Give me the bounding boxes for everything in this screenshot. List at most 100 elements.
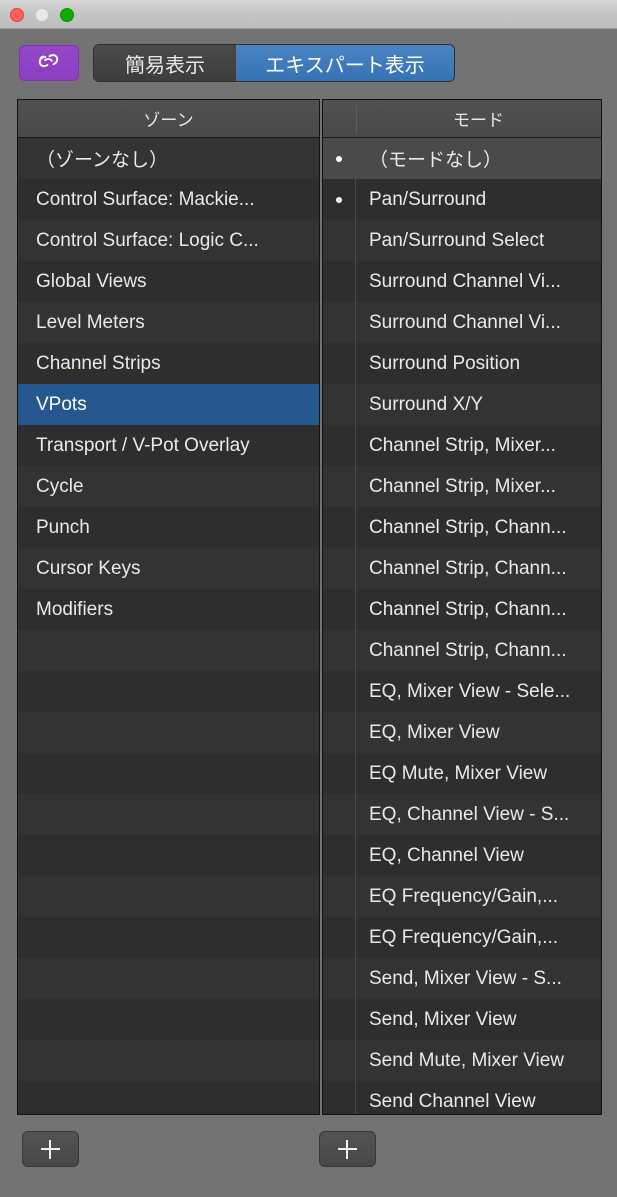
maximize-window-button[interactable] — [60, 8, 74, 22]
mode-assigned-indicator-cell[interactable] — [323, 1040, 356, 1081]
zone-list-empty-row[interactable] — [18, 835, 319, 876]
mode-assigned-indicator-cell[interactable] — [323, 138, 356, 179]
zone-list-item[interactable]: Global Views — [18, 261, 319, 302]
mode-assigned-indicator-cell[interactable] — [323, 835, 356, 876]
zone-list-item[interactable]: Control Surface: Mackie... — [18, 179, 319, 220]
mode-list-item[interactable]: Send, Mixer View — [323, 999, 601, 1040]
zone-list-item[interactable]: Transport / V-Pot Overlay — [18, 425, 319, 466]
mode-list-item[interactable]: EQ, Channel View — [323, 835, 601, 876]
zone-list-item-label: Transport / V-Pot Overlay — [36, 434, 250, 456]
mode-assigned-indicator-cell[interactable] — [323, 179, 356, 220]
mode-assigned-indicator-cell[interactable] — [323, 958, 356, 999]
mode-list-item[interactable]: EQ Frequency/Gain,... — [323, 876, 601, 917]
zone-list-empty-row[interactable] — [18, 753, 319, 794]
add-mode-button[interactable] — [319, 1131, 376, 1167]
mode-assigned-indicator-cell[interactable] — [323, 999, 356, 1040]
mode-assigned-indicator-cell[interactable] — [323, 794, 356, 835]
zone-list-empty-row[interactable] — [18, 917, 319, 958]
mode-list-item[interactable]: EQ, Mixer View — [323, 712, 601, 753]
mode-list-item[interactable]: Pan/Surround — [323, 179, 601, 220]
zone-list-item[interactable]: Cycle — [18, 466, 319, 507]
mode-list-item[interactable]: Channel Strip, Mixer... — [323, 425, 601, 466]
mode-assigned-indicator-cell[interactable] — [323, 425, 356, 466]
mode-assigned-indicator-cell[interactable] — [323, 302, 356, 343]
bullet-dot-icon — [336, 155, 342, 162]
add-zone-button[interactable] — [22, 1131, 79, 1167]
minimize-window-button[interactable] — [35, 8, 49, 22]
mode-assigned-indicator-cell[interactable] — [323, 671, 356, 712]
mode-assigned-indicator-cell[interactable] — [323, 917, 356, 958]
mode-list-item[interactable]: EQ, Channel View - S... — [323, 794, 601, 835]
zone-list-item-label: （ゾーンなし） — [36, 150, 169, 171]
zone-list-empty-row[interactable] — [18, 1081, 319, 1114]
mode-list-item-label: EQ, Channel View — [369, 844, 524, 866]
mode-assigned-indicator-cell[interactable] — [323, 1081, 356, 1114]
mode-assigned-indicator-cell[interactable] — [323, 548, 356, 589]
segment-simple-view[interactable]: 簡易表示 — [94, 45, 236, 81]
zone-list-empty-row[interactable] — [18, 671, 319, 712]
mode-assigned-indicator-cell[interactable] — [323, 466, 356, 507]
mode-list[interactable]: （モードなし） Pan/Surround Pan/Surround Select Su… — [323, 138, 601, 1114]
mode-list-item[interactable]: EQ Mute, Mixer View — [323, 753, 601, 794]
mode-assigned-indicator-cell[interactable] — [323, 712, 356, 753]
zone-list-empty-row[interactable] — [18, 876, 319, 917]
zone-list-item-label: Control Surface: Mackie... — [36, 188, 255, 210]
mode-assigned-indicator-cell[interactable] — [323, 261, 356, 302]
mode-assigned-indicator-cell[interactable] — [323, 589, 356, 630]
mode-list-item[interactable]: Channel Strip, Chann... — [323, 507, 601, 548]
mode-list-item[interactable]: Surround X/Y — [323, 384, 601, 425]
mode-list-item[interactable]: Send Mute, Mixer View — [323, 1040, 601, 1081]
zone-list-item[interactable]: Level Meters — [18, 302, 319, 343]
mode-list-item[interactable]: Send Channel View — [323, 1081, 601, 1114]
mode-assigned-indicator-cell[interactable] — [323, 343, 356, 384]
zone-list-empty-row[interactable] — [18, 630, 319, 671]
mode-list-item[interactable]: Surround Position — [323, 343, 601, 384]
zone-list-item[interactable]: （ゾーンなし） — [18, 138, 319, 179]
zone-list-empty-row[interactable] — [18, 1040, 319, 1081]
segment-expert-view[interactable]: エキスパート表示 — [236, 45, 454, 81]
zone-list-empty-row[interactable] — [18, 712, 319, 753]
mode-list-item-label: Channel Strip, Mixer... — [369, 434, 556, 456]
mode-list-item[interactable]: EQ Frequency/Gain,... — [323, 917, 601, 958]
zone-list-item[interactable]: Modifiers — [18, 589, 319, 630]
zone-list-item[interactable]: Channel Strips — [18, 343, 319, 384]
mode-list-item[interactable]: Channel Strip, Chann... — [323, 589, 601, 630]
mode-list-item[interactable]: Send, Mixer View - S... — [323, 958, 601, 999]
mode-list-item[interactable]: Surround Channel Vi... — [323, 261, 601, 302]
mode-list-item[interactable]: Channel Strip, Chann... — [323, 630, 601, 671]
zone-list-empty-row[interactable] — [18, 794, 319, 835]
mode-list-item[interactable]: （モードなし） — [323, 138, 601, 179]
zone-list-empty-row[interactable] — [18, 999, 319, 1040]
zone-list[interactable]: （ゾーンなし） Control Surface: Mackie... Control… — [18, 138, 319, 1114]
link-toggle-button[interactable] — [19, 45, 79, 81]
mode-assigned-indicator-cell[interactable] — [323, 876, 356, 917]
mode-assigned-indicator-cell[interactable] — [323, 753, 356, 794]
bullet-dot-icon — [336, 238, 342, 244]
mode-list-item-label: Channel Strip, Mixer... — [369, 475, 556, 497]
view-mode-segmented-control[interactable]: 簡易表示 エキスパート表示 — [93, 44, 455, 82]
mode-list-item-label: Channel Strip, Chann... — [369, 557, 567, 579]
mode-assigned-indicator-cell[interactable] — [323, 507, 356, 548]
zone-list-item[interactable]: Cursor Keys — [18, 548, 319, 589]
mode-assigned-indicator-cell[interactable] — [323, 220, 356, 261]
bullet-dot-icon — [336, 976, 342, 982]
zone-list-item[interactable]: Control Surface: Logic C... — [18, 220, 319, 261]
zone-list-item[interactable]: Punch — [18, 507, 319, 548]
zone-list-empty-row[interactable] — [18, 958, 319, 999]
mode-list-item[interactable]: Channel Strip, Mixer... — [323, 466, 601, 507]
zone-list-item[interactable]: VPots — [18, 384, 319, 425]
mode-list-item-label: EQ, Mixer View - Sele... — [369, 680, 571, 702]
mode-list-item[interactable]: Surround Channel Vi... — [323, 302, 601, 343]
bullet-dot-icon — [336, 525, 342, 531]
mode-list-item[interactable]: Channel Strip, Chann... — [323, 548, 601, 589]
mode-list-item-label: Channel Strip, Chann... — [369, 639, 567, 661]
close-window-button[interactable] — [10, 8, 24, 22]
mode-list-item-label: Send, Mixer View — [369, 1008, 517, 1030]
mode-list-item[interactable]: EQ, Mixer View - Sele... — [323, 671, 601, 712]
bullet-dot-icon — [336, 1058, 342, 1064]
mode-assigned-indicator-cell[interactable] — [323, 630, 356, 671]
bullet-dot-icon — [336, 361, 342, 367]
mode-list-item[interactable]: Pan/Surround Select — [323, 220, 601, 261]
mode-assigned-indicator-cell[interactable] — [323, 384, 356, 425]
zone-list-item-label: Level Meters — [36, 311, 145, 333]
